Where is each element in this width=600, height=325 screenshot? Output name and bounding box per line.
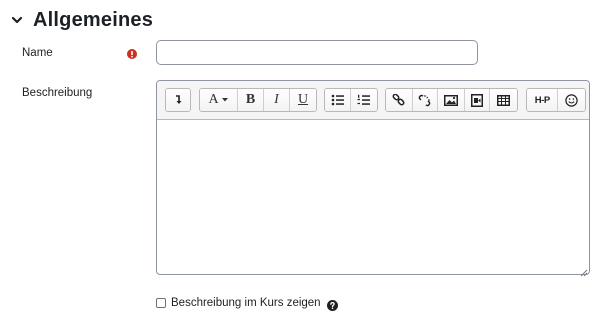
show-description-checkbox[interactable] — [156, 298, 166, 308]
toolbar-group-links — [385, 88, 518, 112]
ordered-list-icon[interactable] — [351, 89, 377, 111]
editor-content-area[interactable] — [157, 120, 589, 274]
toolbar-group-collapse — [165, 88, 191, 112]
toolbar-group-list — [324, 88, 378, 112]
toolbar-group-extras: H-P — [526, 88, 586, 112]
question-circle-icon[interactable] — [326, 298, 338, 311]
chevron-down-icon[interactable] — [9, 12, 25, 28]
bold-icon[interactable]: B — [238, 89, 264, 111]
toolbar-group-style: A B I U — [199, 88, 317, 112]
exclamation-circle-icon — [127, 46, 137, 59]
link-icon[interactable] — [386, 89, 413, 111]
section-title: Allgemeines — [33, 8, 154, 31]
section-header[interactable]: Allgemeines — [9, 6, 153, 34]
show-description-label[interactable]: Beschreibung im Kurs zeigen — [171, 297, 321, 309]
collapse-toggle-icon[interactable] — [166, 89, 190, 111]
description-editor[interactable]: A B I U H-P — [156, 80, 590, 277]
name-label: Name — [22, 47, 53, 59]
media-icon[interactable] — [464, 89, 491, 111]
resize-handle-icon[interactable] — [579, 264, 588, 277]
font-style-icon[interactable]: A — [200, 89, 238, 111]
emoji-icon[interactable] — [558, 89, 585, 111]
image-icon[interactable] — [438, 89, 465, 111]
underline-icon[interactable]: U — [290, 89, 316, 111]
h5p-icon[interactable]: H-P — [527, 89, 559, 111]
description-label: Beschreibung — [22, 87, 93, 99]
italic-icon[interactable]: I — [264, 89, 290, 111]
table-icon[interactable] — [490, 89, 517, 111]
name-input[interactable] — [156, 40, 478, 65]
unordered-list-icon[interactable] — [325, 89, 351, 111]
show-description-row: Beschreibung im Kurs zeigen — [156, 296, 338, 311]
editor-toolbar: A B I U H-P — [157, 81, 589, 120]
unlink-icon[interactable] — [412, 89, 439, 111]
